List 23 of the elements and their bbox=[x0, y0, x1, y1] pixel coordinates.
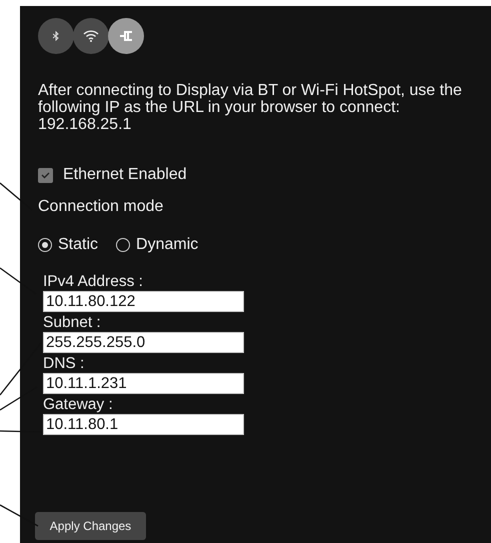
wifi-icon bbox=[83, 30, 99, 42]
input-field[interactable]: 10.11.1.231 bbox=[43, 373, 244, 394]
tab-button[interactable] bbox=[73, 18, 109, 54]
checkbox[interactable] bbox=[38, 168, 53, 182]
section-label: Connection mode bbox=[38, 198, 164, 216]
info-text: After connecting to Display via BT or Wi-Fi HotSpot, use the following IP as the URL in your browser to connect: 192.168.25.1 bbox=[38, 82, 463, 133]
apply-button[interactable]: Apply Changes bbox=[35, 512, 146, 540]
radio-icon[interactable] bbox=[116, 238, 130, 252]
field-label: DNS : bbox=[43, 355, 86, 373]
checkbox-label: Ethernet Enabled bbox=[63, 166, 187, 184]
input-field[interactable]: 255.255.255.0 bbox=[43, 332, 244, 353]
input-field[interactable]: 10.11.80.1 bbox=[43, 414, 244, 435]
field-label: IPv4 Address : bbox=[43, 273, 144, 291]
check-icon bbox=[41, 172, 50, 178]
radio-option[interactable]: Dynamic bbox=[116, 236, 198, 254]
input-field[interactable]: 10.11.80.122 bbox=[43, 291, 244, 312]
tab-button[interactable] bbox=[108, 18, 144, 54]
radio-option[interactable]: Static bbox=[38, 236, 98, 254]
bluetooth-icon bbox=[53, 31, 59, 41]
field-label: Gateway : bbox=[43, 396, 114, 414]
field-label: Subnet : bbox=[43, 314, 102, 332]
network-icon bbox=[120, 30, 132, 42]
radio-icon[interactable] bbox=[38, 238, 52, 252]
